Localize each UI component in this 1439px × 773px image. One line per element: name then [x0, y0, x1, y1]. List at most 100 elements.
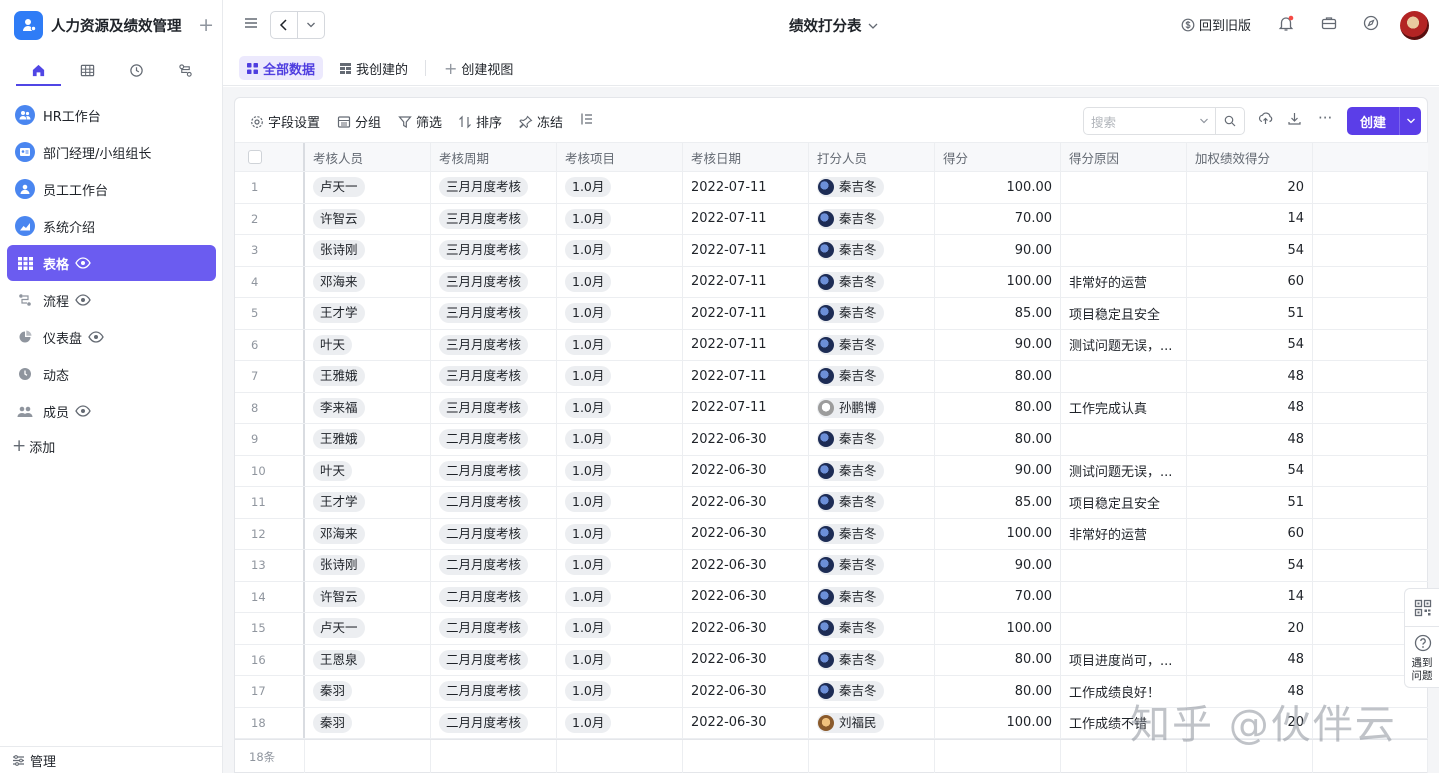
table-row[interactable]: 8 李来福 三月月度考核 1.0月 2022-07-11 孙鹏博 80.00 工作完成认真 48 [235, 392, 1428, 424]
sidebar-item-dashboard[interactable]: 仪表盘 [7, 319, 216, 355]
cell-score[interactable]: 70.00 [935, 581, 1061, 612]
table-row[interactable]: 16 王恩泉 二月月度考核 1.0月 2022-06-30 秦吉冬 80.00 项目进度尚可，… [235, 644, 1428, 676]
cell-item[interactable]: 1.0月 [557, 581, 683, 612]
cell-scorer[interactable]: 秦吉冬 [809, 455, 935, 486]
cell-employee[interactable]: 张诗刚 [305, 550, 431, 581]
select-all-checkbox[interactable] [248, 150, 262, 164]
cell-reason[interactable] [1061, 172, 1187, 203]
cell-date[interactable]: 2022-06-30 [683, 487, 809, 518]
cell-employee[interactable]: 王才学 [305, 487, 431, 518]
sidebar-item-hr-workbench[interactable]: HR工作台 [7, 97, 216, 133]
cell-employee[interactable]: 邓海来 [305, 518, 431, 549]
table-row[interactable]: 15 卢天一 二月月度考核 1.0月 2022-06-30 秦吉冬 100.00 20 [235, 613, 1428, 645]
tab-home[interactable] [14, 56, 63, 86]
create-view-button[interactable]: + 创建视图 [436, 56, 521, 80]
document-title[interactable]: 绩效打分表 [789, 15, 879, 36]
cell-score[interactable]: 70.00 [935, 203, 1061, 234]
chevron-down-icon[interactable] [1199, 117, 1209, 125]
cell-period[interactable]: 三月月度考核 [431, 172, 557, 203]
cell-employee[interactable]: 王雅娥 [305, 424, 431, 455]
row-height-icon[interactable] [580, 112, 598, 126]
cell-employee[interactable]: 王雅娥 [305, 361, 431, 392]
back-button[interactable] [271, 12, 298, 38]
table-row[interactable]: 12 邓海来 二月月度考核 1.0月 2022-06-30 秦吉冬 100.00 非常好的运营… [235, 518, 1428, 550]
cell-weighted-score[interactable]: 48 [1187, 361, 1313, 392]
cell-reason[interactable] [1061, 203, 1187, 234]
cell-scorer[interactable]: 秦吉冬 [809, 676, 935, 707]
chevron-down-icon[interactable] [1399, 107, 1421, 135]
compass-icon[interactable] [1363, 15, 1379, 35]
cell-score[interactable]: 100.00 [935, 613, 1061, 644]
table-row[interactable]: 11 王才学 二月月度考核 1.0月 2022-06-30 秦吉冬 85.00 项目稳定且安全… [235, 487, 1428, 519]
cell-employee[interactable]: 秦羽 [305, 707, 431, 738]
cell-scorer[interactable]: 秦吉冬 [809, 487, 935, 518]
filter-button[interactable]: 筛选 [398, 112, 442, 131]
manage-button[interactable]: 管理 [0, 746, 222, 773]
cell-employee[interactable]: 许智云 [305, 203, 431, 234]
cell-employee[interactable]: 李来福 [305, 392, 431, 423]
cell-reason[interactable]: 非常好的运营 [1061, 518, 1187, 549]
cell-period[interactable]: 三月月度考核 [431, 361, 557, 392]
cell-period[interactable]: 三月月度考核 [431, 266, 557, 297]
cell-scorer[interactable]: 秦吉冬 [809, 613, 935, 644]
cell-weighted-score[interactable]: 60 [1187, 266, 1313, 297]
cell-scorer[interactable]: 秦吉冬 [809, 235, 935, 266]
cell-score[interactable]: 80.00 [935, 424, 1061, 455]
field-settings-button[interactable]: 字段设置 [250, 112, 320, 131]
cell-employee[interactable]: 叶天 [305, 329, 431, 360]
cell-score[interactable]: 100.00 [935, 518, 1061, 549]
cell-weighted-score[interactable]: 20 [1187, 613, 1313, 644]
cell-employee[interactable]: 秦羽 [305, 676, 431, 707]
cell-reason[interactable] [1061, 235, 1187, 266]
cell-date[interactable]: 2022-07-11 [683, 329, 809, 360]
cell-scorer[interactable]: 秦吉冬 [809, 203, 935, 234]
cell-reason[interactable] [1061, 424, 1187, 455]
cell-weighted-score[interactable]: 14 [1187, 203, 1313, 234]
cell-period[interactable]: 二月月度考核 [431, 518, 557, 549]
cell-date[interactable]: 2022-06-30 [683, 676, 809, 707]
table-row[interactable]: 6 叶天 三月月度考核 1.0月 2022-07-11 秦吉冬 90.00 测试问题无误，..… [235, 329, 1428, 361]
sidebar-item-employee[interactable]: 员工工作台 [7, 171, 216, 207]
cell-period[interactable]: 二月月度考核 [431, 424, 557, 455]
cell-weighted-score[interactable]: 48 [1187, 392, 1313, 423]
cell-weighted-score[interactable]: 51 [1187, 298, 1313, 329]
cell-scorer[interactable]: 秦吉冬 [809, 550, 935, 581]
cell-score[interactable]: 80.00 [935, 644, 1061, 675]
cell-item[interactable]: 1.0月 [557, 676, 683, 707]
cell-employee[interactable]: 许智云 [305, 581, 431, 612]
cell-date[interactable]: 2022-06-30 [683, 518, 809, 549]
tab-tables[interactable] [63, 56, 112, 84]
sidebar-item-workflow[interactable]: 流程 [7, 282, 216, 318]
cell-period[interactable]: 二月月度考核 [431, 676, 557, 707]
cell-weighted-score[interactable]: 48 [1187, 424, 1313, 455]
cell-score[interactable]: 80.00 [935, 392, 1061, 423]
sidebar-item-manager[interactable]: 部门经理/小组组长 [7, 134, 216, 170]
cell-score[interactable]: 85.00 [935, 298, 1061, 329]
cell-period[interactable]: 二月月度考核 [431, 707, 557, 738]
cell-date[interactable]: 2022-07-11 [683, 361, 809, 392]
cell-scorer[interactable]: 秦吉冬 [809, 172, 935, 203]
column-header[interactable]: 加权绩效得分 [1187, 143, 1313, 171]
sidebar-item-members[interactable]: 成员 [7, 393, 216, 429]
cell-weighted-score[interactable]: 54 [1187, 455, 1313, 486]
search-icon[interactable] [1216, 115, 1244, 127]
cell-item[interactable]: 1.0月 [557, 235, 683, 266]
cell-score[interactable]: 90.00 [935, 455, 1061, 486]
create-button[interactable]: 创建 [1347, 107, 1421, 135]
cell-period[interactable]: 二月月度考核 [431, 581, 557, 612]
table-row[interactable]: 2 许智云 三月月度考核 1.0月 2022-07-11 秦吉冬 70.00 14 [235, 203, 1428, 235]
cell-item[interactable]: 1.0月 [557, 392, 683, 423]
cell-weighted-score[interactable]: 51 [1187, 487, 1313, 518]
cell-item[interactable]: 1.0月 [557, 455, 683, 486]
cell-score[interactable]: 85.00 [935, 487, 1061, 518]
table-row[interactable]: 14 许智云 二月月度考核 1.0月 2022-06-30 秦吉冬 70.00 14 [235, 581, 1428, 613]
cell-item[interactable]: 1.0月 [557, 613, 683, 644]
cell-period[interactable]: 三月月度考核 [431, 392, 557, 423]
cell-scorer[interactable]: 秦吉冬 [809, 361, 935, 392]
download-icon[interactable] [1287, 111, 1306, 126]
group-button[interactable]: 分组 [337, 112, 381, 131]
more-options-icon[interactable]: ··· [1318, 109, 1332, 127]
cell-score[interactable]: 80.00 [935, 676, 1061, 707]
cell-score[interactable]: 90.00 [935, 235, 1061, 266]
cell-reason[interactable]: 项目稳定且安全 [1061, 487, 1187, 518]
